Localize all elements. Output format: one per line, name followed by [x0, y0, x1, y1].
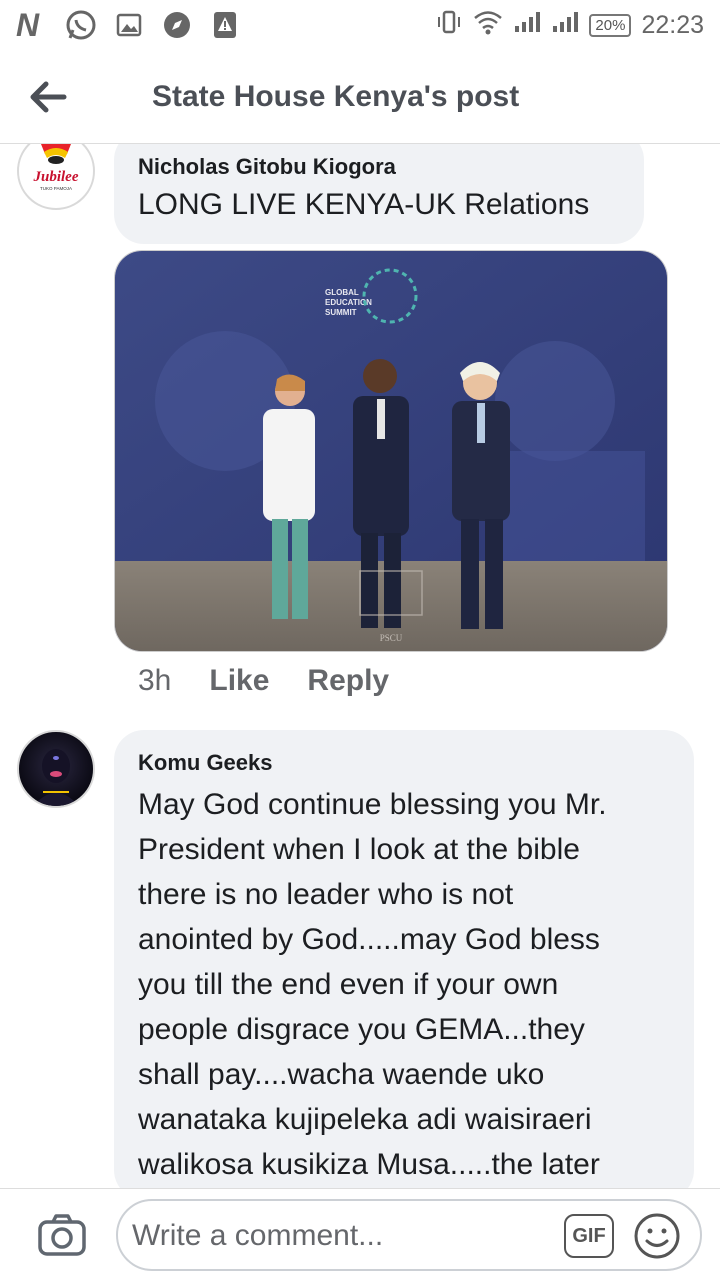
emoji-button[interactable] [632, 1211, 682, 1261]
comment-bubble[interactable]: Nicholas Gitobu Kiogora LONG LIVE KENYA-… [114, 144, 644, 244]
like-button[interactable]: Like [209, 664, 269, 698]
page-title: State House Kenya's post [152, 79, 520, 113]
comment-text: May God continue blessing you Mr. Presid… [138, 782, 678, 1187]
comment-text: LONG LIVE KENYA-UK Relations [138, 188, 590, 221]
arrow-left-icon [30, 81, 67, 112]
comment-line: there is no leader who is not [138, 878, 514, 911]
status-bar: N 20% 22:23 [0, 0, 720, 50]
post-header: State House Kenya's post [0, 50, 720, 144]
comments-feed[interactable]: Jubilee TUKO PAMOJA Nicholas Gitobu Kiog… [0, 144, 720, 1188]
clock: 22:23 [641, 10, 704, 39]
avatar[interactable] [17, 730, 95, 808]
avatar[interactable]: Jubilee TUKO PAMOJA [17, 144, 95, 210]
photo-watermark: PSCU [380, 633, 403, 643]
comment-line: May God continue blessing you Mr. [138, 788, 607, 821]
whatsapp-icon [64, 8, 98, 42]
avatar-brand-subtext: TUKO PAMOJA [40, 186, 72, 191]
notification-icons: N [16, 7, 242, 44]
vibrate-icon [435, 8, 463, 43]
signal-icon-1 [513, 10, 541, 41]
comment-placeholder: Write a comment... [132, 1219, 384, 1252]
comment-actions: 3h Like Reply [138, 664, 389, 698]
comment-line: shall pay....wacha waende uko [138, 1058, 545, 1091]
camera-icon [38, 1213, 86, 1256]
camera-button[interactable] [32, 1205, 92, 1265]
netflix-n-icon: N [16, 6, 40, 43]
gallery-icon [112, 8, 146, 42]
comment-input[interactable]: Write a comment... GIF [116, 1199, 702, 1271]
comment-line: President when I look at the bible [138, 833, 580, 866]
comment-author[interactable]: Nicholas Gitobu Kiogora [138, 154, 396, 180]
comment-line: anointed by God.....may God bless [138, 923, 600, 956]
avatar-brand-text: Jubilee [33, 169, 79, 185]
reply-button[interactable]: Reply [307, 664, 389, 698]
system-indicators: 20% 22:23 [435, 8, 704, 43]
battery-indicator: 20% [589, 13, 632, 37]
comment-line: you till the end even if your own [138, 968, 559, 1001]
banner-text-1: GLOBAL [325, 288, 359, 297]
comment-line: people disgrace you GEMA...they [138, 1013, 585, 1046]
back-button[interactable] [0, 50, 96, 144]
comment-composer: Write a comment... GIF [0, 1188, 720, 1280]
wifi-icon [473, 9, 503, 42]
comment-line: walikosa kusikiza Musa.....the later [138, 1148, 600, 1181]
signal-icon-2 [551, 10, 579, 41]
comment-author[interactable]: Komu Geeks [138, 750, 273, 776]
banner-text-3: SUMMIT [325, 308, 357, 317]
gif-button[interactable]: GIF [564, 1214, 614, 1258]
smiley-icon [634, 1213, 680, 1259]
alert-icon [208, 8, 242, 42]
comment-bubble[interactable]: Komu Geeks May God continue blessing you… [114, 730, 694, 1188]
compass-icon [160, 8, 194, 42]
comment-line: wanataka kujipeleka adi waisiraeri [138, 1103, 592, 1136]
comment-photo[interactable]: GLOBAL EDUCATION SUMMIT PSCU [114, 250, 668, 652]
jubilee-logo: Jubilee TUKO PAMOJA [33, 144, 79, 191]
comment-timestamp: 3h [138, 664, 172, 697]
komu-avatar-image [33, 749, 79, 806]
summit-photo: GLOBAL EDUCATION SUMMIT PSCU [115, 251, 667, 651]
